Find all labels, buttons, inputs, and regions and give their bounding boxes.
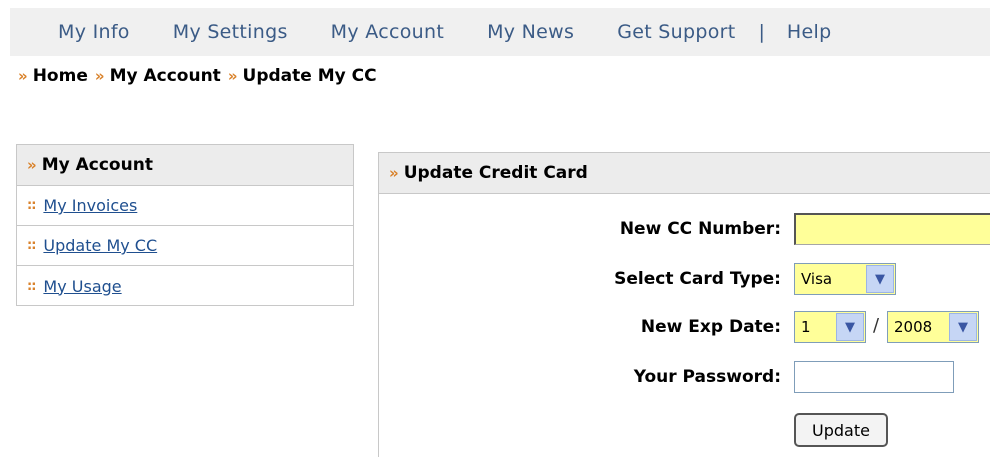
breadcrumb-marker: » — [227, 67, 238, 85]
cc-number-input[interactable] — [794, 213, 990, 245]
breadcrumb-my-account[interactable]: My Account — [110, 66, 221, 86]
update-button[interactable]: Update — [794, 413, 888, 447]
panel-header: » Update Credit Card — [379, 153, 990, 194]
breadcrumb-marker: » — [94, 67, 105, 85]
exp-date-separator: / — [873, 315, 880, 336]
breadcrumb-marker: » — [18, 67, 28, 85]
panel-title: Update Credit Card — [403, 163, 588, 183]
card-type-row: Select Card Type: Visa ▼ — [379, 263, 990, 297]
sidebar-bullet: :: — [27, 198, 36, 213]
exp-month-select[interactable]: 1 ▼ — [794, 311, 866, 343]
account-sidebar: » My Account :: My Invoices :: Update My… — [16, 144, 354, 306]
breadcrumb: » Home » My Account » Update My CC — [18, 66, 377, 86]
nav-my-news[interactable]: My News — [487, 21, 574, 43]
sidebar-header: » My Account — [17, 145, 353, 186]
sidebar-link-my-usage[interactable]: My Usage — [43, 277, 121, 296]
update-credit-card-panel: » Update Credit Card New CC Number: Sele… — [378, 152, 990, 457]
sidebar-item-update-my-cc: :: Update My CC — [17, 226, 353, 266]
breadcrumb-home[interactable]: Home — [33, 66, 88, 86]
exp-year-value: 2008 — [894, 318, 933, 336]
sidebar-link-my-invoices[interactable]: My Invoices — [43, 196, 137, 215]
sidebar-bullet: :: — [27, 238, 36, 253]
nav-separator: | — [758, 21, 765, 43]
card-type-value: Visa — [801, 270, 833, 288]
password-row: Your Password: — [379, 361, 990, 395]
sidebar-link-update-my-cc[interactable]: Update My CC — [43, 236, 157, 255]
breadcrumb-current: Update My CC — [242, 66, 377, 86]
exp-date-label: New Exp Date: — [640, 317, 781, 337]
top-nav-bar: My Info My Settings My Account My News G… — [10, 8, 990, 56]
nav-get-support[interactable]: Get Support — [617, 21, 735, 43]
sidebar-bullet: :: — [27, 278, 36, 294]
sidebar-header-marker: » — [27, 156, 37, 174]
nav-my-settings[interactable]: My Settings — [173, 21, 288, 43]
sidebar-item-my-usage: :: My Usage — [17, 266, 353, 306]
exp-date-row: New Exp Date: 1 ▼ / 2008 ▼ — [379, 311, 990, 345]
exp-month-value: 1 — [801, 318, 811, 336]
panel-header-marker: » — [389, 164, 399, 182]
chevron-down-icon[interactable]: ▼ — [836, 313, 864, 341]
cc-number-row: New CC Number: — [379, 213, 990, 247]
nav-my-info[interactable]: My Info — [58, 21, 130, 43]
password-label: Your Password: — [633, 367, 781, 387]
cc-number-label: New CC Number: — [619, 219, 781, 239]
chevron-down-icon[interactable]: ▼ — [949, 313, 977, 341]
sidebar-item-my-invoices: :: My Invoices — [17, 186, 353, 226]
exp-year-select[interactable]: 2008 ▼ — [887, 311, 979, 343]
card-type-select[interactable]: Visa ▼ — [794, 263, 896, 295]
card-type-label: Select Card Type: — [614, 269, 781, 289]
nav-my-account[interactable]: My Account — [331, 21, 444, 43]
chevron-down-icon[interactable]: ▼ — [866, 265, 894, 293]
sidebar-title: My Account — [41, 155, 153, 175]
nav-help[interactable]: Help — [787, 21, 832, 43]
password-input[interactable] — [794, 361, 954, 393]
